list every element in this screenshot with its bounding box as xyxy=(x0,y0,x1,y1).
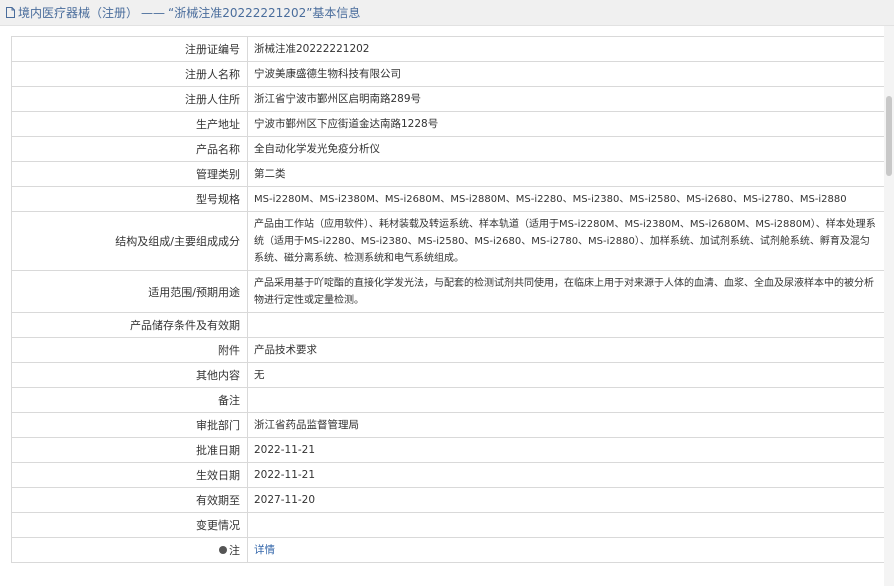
table-row: 适用范围/预期用途 产品采用基于吖啶酯的直接化学发光法，与配套的检测试剂共同使用… xyxy=(11,270,885,313)
table-row: 生效日期 2022-11-21 xyxy=(11,462,885,488)
row-label: 注 xyxy=(229,544,240,557)
row-label: 生效日期 xyxy=(11,462,248,488)
row-value: 浙械注准20222221202 xyxy=(247,36,885,62)
scrollbar-thumb[interactable] xyxy=(886,96,892,176)
row-value: 产品由工作站（应用软件）、耗材装载及转运系统、样本轨道（适用于MS-i2280M… xyxy=(247,211,885,271)
row-label: 备注 xyxy=(11,387,248,413)
row-label: 变更情况 xyxy=(11,512,248,538)
row-label: 结构及组成/主要组成成分 xyxy=(11,211,248,271)
table-row: 结构及组成/主要组成成分 产品由工作站（应用软件）、耗材装载及转运系统、样本轨道… xyxy=(11,211,885,271)
table-row: 注 详情 xyxy=(11,537,885,563)
row-label: 型号规格 xyxy=(11,186,248,212)
row-value xyxy=(247,512,885,538)
row-value xyxy=(247,387,885,413)
row-value: 第二类 xyxy=(247,161,885,187)
table-row: 附件 产品技术要求 xyxy=(11,337,885,363)
row-label: 管理类别 xyxy=(11,161,248,187)
table-row: 审批部门 浙江省药品监督管理局 xyxy=(11,412,885,438)
row-value: 浙江省药品监督管理局 xyxy=(247,412,885,438)
table-row: 管理类别 第二类 xyxy=(11,161,885,187)
row-label: 生产地址 xyxy=(11,111,248,137)
row-value: 无 xyxy=(247,362,885,388)
table-row: 备注 xyxy=(11,387,885,413)
row-value: 宁波市鄞州区下应街道金达南路1228号 xyxy=(247,111,885,137)
table-row: 注册人住所 浙江省宁波市鄞州区启明南路289号 xyxy=(11,86,885,112)
row-label: 审批部门 xyxy=(11,412,248,438)
header-separator: —— xyxy=(141,5,166,20)
header-category: 境内医疗器械（注册） xyxy=(18,6,139,20)
row-value: 产品采用基于吖啶酯的直接化学发光法，与配套的检测试剂共同使用，在临床上用于对来源… xyxy=(247,270,885,313)
row-value: 2027-11-20 xyxy=(247,487,885,513)
row-label: 注册证编号 xyxy=(11,36,248,62)
page-header: 境内医疗器械（注册） —— “浙械注准20222221202”基本信息 xyxy=(0,0,894,26)
row-label: 适用范围/预期用途 xyxy=(11,270,248,313)
table-row: 其他内容 无 xyxy=(11,362,885,388)
row-label: 有效期至 xyxy=(11,487,248,513)
row-label: 产品名称 xyxy=(11,136,248,162)
row-label: 注册人名称 xyxy=(11,61,248,87)
vertical-scrollbar[interactable] xyxy=(884,26,894,586)
table-row: 注册证编号 浙械注准20222221202 xyxy=(11,36,885,62)
table-row: 批准日期 2022-11-21 xyxy=(11,437,885,463)
table-row: 产品储存条件及有效期 xyxy=(11,312,885,338)
table-row: 变更情况 xyxy=(11,512,885,538)
row-value: MS-i2280M、MS-i2380M、MS-i2680M、MS-i2880M、… xyxy=(247,186,885,212)
row-value: 产品技术要求 xyxy=(247,337,885,363)
document-icon xyxy=(6,7,15,18)
table-row: 生产地址 宁波市鄞州区下应街道金达南路1228号 xyxy=(11,111,885,137)
row-value: 2022-11-21 xyxy=(247,462,885,488)
table-row: 产品名称 全自动化学发光免疫分析仪 xyxy=(11,136,885,162)
row-label: 产品储存条件及有效期 xyxy=(11,312,248,338)
note-label-cell: 注 xyxy=(11,537,248,563)
row-value: 宁波美康盛德生物科技有限公司 xyxy=(247,61,885,87)
row-label: 批准日期 xyxy=(11,437,248,463)
row-label: 注册人住所 xyxy=(11,86,248,112)
page-title: “浙械注准20222221202”基本信息 xyxy=(168,6,361,20)
row-value: 2022-11-21 xyxy=(247,437,885,463)
row-value: 全自动化学发光免疫分析仪 xyxy=(247,136,885,162)
row-value: 详情 xyxy=(247,537,885,563)
details-link[interactable]: 详情 xyxy=(254,544,275,556)
row-value: 浙江省宁波市鄞州区启明南路289号 xyxy=(247,86,885,112)
pin-icon xyxy=(219,546,227,554)
table-row: 有效期至 2027-11-20 xyxy=(11,487,885,513)
row-value xyxy=(247,312,885,338)
row-label: 附件 xyxy=(11,337,248,363)
table-row: 注册人名称 宁波美康盛德生物科技有限公司 xyxy=(11,61,885,87)
row-label: 其他内容 xyxy=(11,362,248,388)
table-row: 型号规格 MS-i2280M、MS-i2380M、MS-i2680M、MS-i2… xyxy=(11,186,885,212)
device-info-table: 注册证编号 浙械注准20222221202 注册人名称 宁波美康盛德生物科技有限… xyxy=(11,36,885,563)
